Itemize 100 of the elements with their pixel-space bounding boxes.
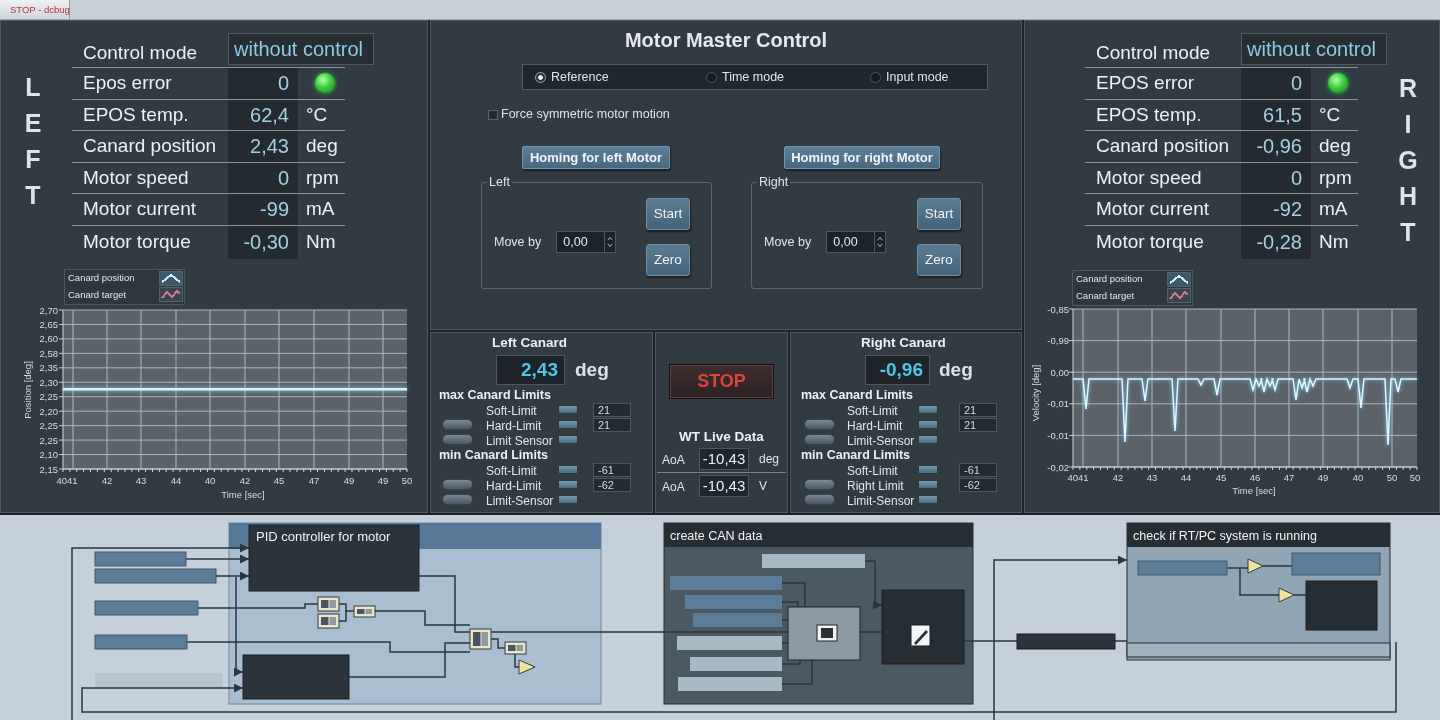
line-sample-icon [159, 270, 183, 286]
checkbox[interactable]: Force symmetric motor motion [488, 107, 670, 122]
axis-tick-label: 42 [101, 474, 113, 486]
limit-label: Limit Sensor [486, 433, 553, 448]
triangle-block-icon [1247, 558, 1264, 574]
limit-field[interactable]: -62 [593, 477, 631, 492]
value-display: 2,43 [228, 131, 298, 162]
spin-arrows-icon[interactable] [874, 232, 886, 252]
limit-label: Limit-Sensor [847, 433, 915, 448]
axis-tick-label: 42 [1112, 471, 1124, 483]
control-mode-display: without control [1241, 33, 1387, 65]
oval-button[interactable] [442, 494, 473, 505]
signal-wire [864, 560, 883, 610]
limit-field[interactable]: 21 [959, 417, 997, 432]
field-label: EPOS temp. [83, 102, 189, 127]
axis-tick-label: 2,25 [39, 390, 58, 402]
pencil-icon [910, 624, 931, 647]
radio-option[interactable]: Input mode [870, 67, 949, 87]
radio-option[interactable]: Reference [535, 67, 609, 87]
oval-button[interactable] [804, 419, 835, 430]
function-block-icon [504, 641, 527, 655]
unit-label: mA [1319, 197, 1348, 221]
block-title: create CAN data [670, 529, 763, 543]
axis-tick-label: 49 [1317, 471, 1329, 483]
oval-button[interactable] [804, 479, 835, 490]
unit-label: V [759, 478, 767, 495]
side-label: LEFT [23, 72, 43, 211]
oval-button[interactable] [442, 434, 473, 445]
unit-label: deg [939, 357, 973, 382]
axis-tick-label: -0,01 [1047, 429, 1069, 441]
axis-tick-label: 44 [1180, 471, 1192, 483]
unit-label: °C [306, 102, 328, 127]
value-display: 0 [1241, 162, 1311, 193]
legend-label: Canard target [68, 288, 127, 301]
limit-label: Soft-Limit [486, 463, 537, 478]
unit-label: deg [1319, 134, 1351, 158]
axis-tick-label: 0,00 [1050, 366, 1069, 378]
start-button[interactable]: Start [646, 198, 690, 230]
value-display: -0,96 [1241, 131, 1311, 162]
field-label: Motor current [1096, 197, 1209, 221]
limit-label: Limit-Sensor [847, 493, 915, 508]
axis-tick-label: 2,20 [39, 405, 58, 417]
function-block-icon [317, 613, 340, 629]
oval-button[interactable] [442, 479, 473, 490]
triangle-block-icon [518, 659, 536, 675]
limit-field[interactable]: -61 [593, 462, 631, 477]
unit-label: rpm [306, 165, 339, 190]
field-label: Control mode [1096, 42, 1211, 64]
field-label: Motor speed [83, 165, 189, 190]
limit-label: Hard-Limit [486, 478, 542, 493]
block-title: check if RT/PC system is running [1133, 529, 1317, 543]
homing-button[interactable]: Homing for left Motor [522, 146, 670, 169]
unit-label: Nm [1319, 229, 1349, 254]
limit-field[interactable]: 21 [593, 402, 631, 417]
unit-label: °C [1319, 102, 1341, 127]
field-label: Move by [494, 233, 542, 251]
field-label: Move by [764, 233, 812, 251]
field-label: Motor torque [83, 229, 191, 254]
module-icon [816, 624, 838, 642]
oval-button[interactable] [442, 419, 473, 430]
unit-label: deg [306, 134, 338, 158]
limit-field[interactable]: -62 [959, 477, 997, 492]
axis-tick-label: -0,02 [1047, 461, 1069, 472]
limit-field[interactable]: 21 [593, 417, 631, 432]
zero-button[interactable]: Zero [917, 244, 961, 276]
zero-button[interactable]: Zero [646, 244, 690, 276]
function-block-icon [317, 596, 340, 612]
spin-arrows-icon[interactable] [604, 232, 616, 252]
limit-field[interactable]: 21 [959, 402, 997, 417]
axis-tick-label: 43 [1146, 471, 1158, 483]
axis-tick-label: 2,65 [39, 318, 58, 330]
axis-tick-label: 50 [1386, 471, 1398, 483]
field-label: Canard position [1096, 134, 1230, 158]
number-field[interactable]: 0,00 [826, 231, 887, 253]
legend-label: Canard position [1076, 273, 1143, 286]
value-display: -10,43 [699, 475, 749, 497]
oval-button[interactable] [804, 494, 835, 505]
window-tab[interactable]: STOP - dcbug [0, 0, 70, 19]
homing-button[interactable]: Homing for right Motor [784, 146, 940, 169]
axis-title: Time [sec] [221, 488, 265, 500]
triangle-block-icon [1278, 587, 1295, 603]
axis-tick-label: 2,10 [39, 448, 58, 460]
axis-tick-label: 2,25 [39, 434, 58, 446]
number-field[interactable]: 0,00 [556, 231, 617, 253]
axis-tick-label: -0,85 [1047, 305, 1069, 314]
field-label: Motor torque [1096, 229, 1204, 254]
value-display: 0 [1241, 68, 1311, 99]
field-label: Motor speed [1096, 165, 1202, 190]
panel-title: Left Canard [492, 335, 567, 351]
limit-field[interactable]: -61 [959, 462, 997, 477]
start-button[interactable]: Start [917, 198, 961, 230]
field-label: AoA [662, 453, 685, 467]
axis-tick-label: 49 [377, 474, 389, 486]
group-title: max Canard Limits [801, 388, 913, 402]
axis-tick-label: 2,58 [39, 347, 58, 359]
panel-title: Motor Master Control [624, 29, 828, 51]
legend-label: Canard position [68, 272, 135, 285]
axis-tick-label: 47 [1283, 471, 1295, 483]
oval-button[interactable] [804, 434, 835, 445]
radio-option[interactable]: Time mode [706, 67, 785, 87]
